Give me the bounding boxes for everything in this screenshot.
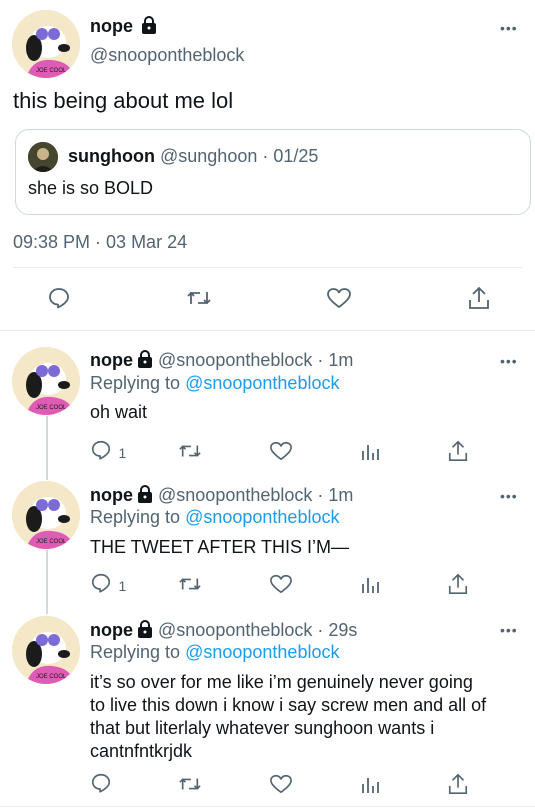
share-icon[interactable] <box>467 285 491 316</box>
analytics-icon[interactable] <box>360 573 380 600</box>
share-icon[interactable] <box>447 439 469 468</box>
lock-icon <box>141 16 157 39</box>
svg-text:JOE COOL: JOE COOL <box>36 674 67 680</box>
reply-text-line: cantnfntkrjdk <box>90 741 193 761</box>
reply-header: nope @snoopontheblock · 29s <box>90 620 357 643</box>
replying-to-link[interactable]: @snoopontheblock <box>185 642 339 662</box>
author-handle-time[interactable]: @snoopontheblock · 29s <box>158 620 357 640</box>
replying-to-label: Replying to <box>90 373 181 393</box>
replying-to: Replying to @snoopontheblock <box>90 373 339 394</box>
retweet-icon[interactable] <box>178 440 202 467</box>
replying-to-label: Replying to <box>90 642 181 662</box>
more-options-icon[interactable]: ••• <box>500 622 518 638</box>
author-handle[interactable]: @snoopontheblock <box>90 45 244 66</box>
reply-text: THE TWEET AFTER THIS I’M— <box>90 537 350 557</box>
reply-header: nope @snoopontheblock · 1m <box>90 485 353 508</box>
like-icon[interactable] <box>269 573 293 600</box>
retweet-icon[interactable] <box>178 773 202 800</box>
author-name[interactable]: nope <box>90 350 133 370</box>
avatar[interactable]: JOE COOL <box>12 616 80 684</box>
like-icon[interactable] <box>269 773 293 800</box>
reply-text-line: to live this down i know i say screw men… <box>90 695 487 715</box>
quote-date: · 01/25 <box>262 146 319 166</box>
author-name[interactable]: nope <box>90 485 133 505</box>
lock-icon <box>137 350 153 373</box>
more-options-icon[interactable]: ••• <box>500 488 518 504</box>
analytics-icon[interactable] <box>360 773 380 800</box>
reply-icon[interactable]: 1 <box>90 572 126 599</box>
replying-to: Replying to @snoopontheblock <box>90 507 339 528</box>
avatar[interactable]: JOE COOL <box>12 10 80 78</box>
author-name[interactable]: nope <box>90 620 133 640</box>
avatar[interactable]: JOE COOL <box>12 481 80 549</box>
replying-to-link[interactable]: @snoopontheblock <box>185 507 339 527</box>
replying-to-link[interactable]: @snoopontheblock <box>185 373 339 393</box>
thread-line <box>46 550 48 614</box>
snoopy-avatar-image: JOE COOL <box>12 10 80 78</box>
reply-icon[interactable] <box>47 286 71 315</box>
quote-text: she is so BOLD <box>28 178 154 198</box>
reply-count: 1 <box>118 578 127 594</box>
replying-to-label: Replying to <box>90 507 181 527</box>
share-icon[interactable] <box>447 772 469 801</box>
avatar[interactable]: JOE COOL <box>12 347 80 415</box>
reply-text: it’s so over for me like i’m genuinely n… <box>90 671 486 763</box>
like-icon[interactable] <box>269 440 293 467</box>
thread-line <box>46 416 48 480</box>
retweet-icon[interactable] <box>178 573 202 600</box>
svg-text:JOE COOL: JOE COOL <box>36 405 67 411</box>
lock-icon <box>137 620 153 643</box>
author-handle-time[interactable]: @snoopontheblock · 1m <box>158 485 353 505</box>
reply-text-line: that but literlaly whatever sunghoon wan… <box>90 718 435 738</box>
quote-avatar <box>28 142 58 172</box>
more-options-icon[interactable]: ••• <box>500 353 518 369</box>
svg-text:JOE COOL: JOE COOL <box>36 539 67 545</box>
quote-author-name: sunghoon <box>68 146 155 166</box>
reply-text: oh wait <box>90 402 148 422</box>
tweet-text: this being about me lol <box>13 88 234 113</box>
reply-icon[interactable] <box>90 772 112 799</box>
quote-tweet-card[interactable]: sunghoon @sunghoon · 01/25 she is so BOL… <box>15 129 531 215</box>
like-icon[interactable] <box>326 286 352 315</box>
author-row: nope <box>90 16 157 39</box>
more-options-icon[interactable]: ••• <box>500 20 518 36</box>
quote-author-handle: @sunghoon <box>160 146 258 166</box>
tweet-timestamp[interactable]: 09:38 PM · 03 Mar 24 <box>13 232 187 253</box>
reply-icon[interactable]: 1 <box>90 439 126 466</box>
analytics-icon[interactable] <box>360 440 380 467</box>
reply-count: 1 <box>118 445 127 461</box>
retweet-icon[interactable] <box>186 286 212 315</box>
avatar-badge-text: JOE COOL <box>36 68 67 74</box>
share-icon[interactable] <box>447 572 469 601</box>
lock-icon <box>137 485 153 508</box>
reply-text-line: it’s so over for me like i’m genuinely n… <box>90 672 473 692</box>
reply-header: nope @snoopontheblock · 1m <box>90 350 353 373</box>
author-handle-time[interactable]: @snoopontheblock · 1m <box>158 350 353 370</box>
replying-to: Replying to @snoopontheblock <box>90 642 339 663</box>
author-name[interactable]: nope <box>90 16 133 36</box>
